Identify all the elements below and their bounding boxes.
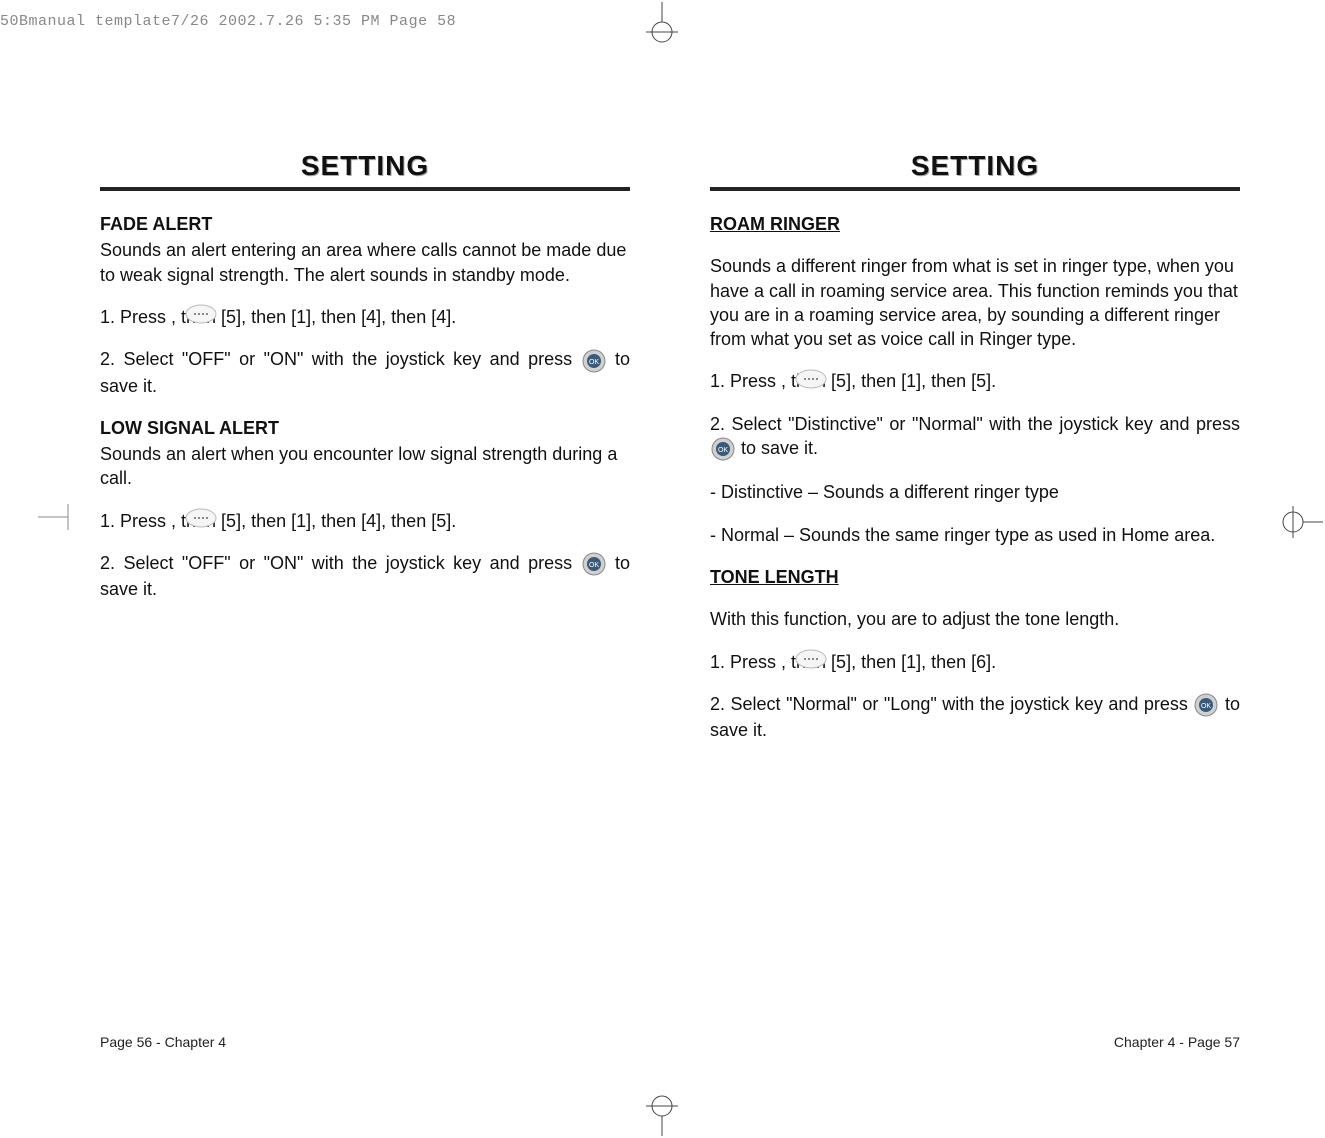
menu-key-icon bbox=[184, 505, 218, 530]
section-heading-text: SETTING bbox=[911, 150, 1039, 181]
low-signal-step1: 1. Press , then [5], then [1], then [4],… bbox=[100, 509, 630, 533]
tone-step2: 2. Select "Normal" or "Long" with the jo… bbox=[710, 692, 1240, 743]
menu-key-icon bbox=[794, 365, 828, 390]
svg-text:OK: OK bbox=[1201, 703, 1211, 710]
menu-key-icon bbox=[184, 301, 218, 326]
file-header-line: 50Bmanual template7/26 2002.7.26 5:35 PM… bbox=[0, 13, 456, 30]
fade-step1-text: 1. Press , then [5], then [1], then [4],… bbox=[100, 307, 456, 327]
low-signal-heading: LOW SIGNAL ALERT bbox=[100, 416, 630, 440]
tone-length-description: With this function, you are to adjust th… bbox=[710, 607, 1240, 631]
lowsig-step2-text-a: 2. Select "OFF" or "ON" with the joystic… bbox=[100, 553, 581, 573]
crop-mark-right-icon bbox=[1279, 500, 1323, 544]
ok-key-icon: OK bbox=[581, 551, 607, 577]
roam-step2: 2. Select "Distinctive" or "Normal" with… bbox=[710, 412, 1240, 463]
ok-key-icon: OK bbox=[581, 347, 607, 373]
section-heading-right: SETTING bbox=[710, 150, 1240, 188]
crop-mark-top-icon bbox=[640, 2, 684, 46]
tone-step1: 1. Press , then [5], then [1], then [6]. bbox=[710, 650, 1240, 674]
section-heading-text: SETTING bbox=[301, 150, 429, 181]
left-footer: Page 56 - Chapter 4 bbox=[100, 1034, 226, 1050]
ok-key-icon: OK bbox=[710, 436, 736, 462]
fade-step2-text-a: 2. Select "OFF" or "ON" with the joystic… bbox=[100, 349, 581, 369]
fade-alert-heading: FADE ALERT bbox=[100, 212, 630, 236]
roam-ringer-heading: ROAM RINGER bbox=[710, 212, 1240, 236]
roam-note-distinctive: - Distinctive – Sounds a different ringe… bbox=[710, 480, 1240, 504]
tone-step1-text: 1. Press , then [5], then [1], then [6]. bbox=[710, 652, 996, 672]
roam-step1-text: 1. Press , then [5], then [1], then [5]. bbox=[710, 371, 996, 391]
right-page: SETTING ROAM RINGER Sounds a different r… bbox=[710, 150, 1240, 1050]
fade-alert-step2: 2. Select "OFF" or "ON" with the joystic… bbox=[100, 347, 630, 398]
fade-alert-description: Sounds an alert entering an area where c… bbox=[100, 238, 630, 287]
lowsig-step1-text: 1. Press , then [5], then [1], then [4],… bbox=[100, 511, 456, 531]
low-signal-step2: 2. Select "OFF" or "ON" with the joystic… bbox=[100, 551, 630, 602]
ok-key-icon: OK bbox=[1193, 692, 1219, 718]
svg-text:OK: OK bbox=[588, 359, 598, 366]
menu-key-icon bbox=[794, 646, 828, 671]
crop-mark-left-icon bbox=[38, 500, 82, 534]
section-heading-left: SETTING bbox=[100, 150, 630, 188]
roam-ringer-description: Sounds a different ringer from what is s… bbox=[710, 254, 1240, 351]
right-footer: Chapter 4 - Page 57 bbox=[1114, 1034, 1240, 1050]
left-page: SETTING FADE ALERT Sounds an alert enter… bbox=[100, 150, 630, 1050]
roam-step1: 1. Press , then [5], then [1], then [5]. bbox=[710, 369, 1240, 393]
svg-text:OK: OK bbox=[718, 447, 728, 454]
tone-length-heading: TONE LENGTH bbox=[710, 565, 1240, 589]
roam-note-normal: - Normal – Sounds the same ringer type a… bbox=[710, 523, 1240, 547]
fade-alert-step1: 1. Press , then [5], then [1], then [4],… bbox=[100, 305, 630, 329]
svg-text:OK: OK bbox=[588, 562, 598, 569]
crop-mark-bottom-icon bbox=[640, 1092, 684, 1136]
roam-step2-text-a: 2. Select "Distinctive" or "Normal" with… bbox=[710, 414, 1240, 434]
tone-step2-text-a: 2. Select "Normal" or "Long" with the jo… bbox=[710, 694, 1193, 714]
low-signal-description: Sounds an alert when you encounter low s… bbox=[100, 442, 630, 491]
roam-step2-text-b: to save it. bbox=[741, 438, 818, 458]
